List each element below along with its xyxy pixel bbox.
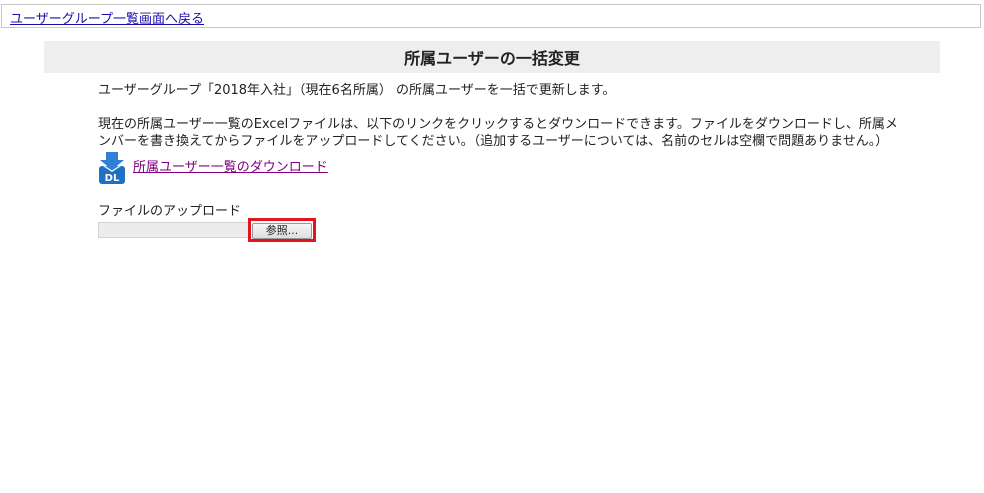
download-member-list-link[interactable]: 所属ユーザー一覧のダウンロード (133, 159, 328, 176)
browse-button[interactable]: 参照... (252, 222, 312, 239)
browse-button-wrapper: 参照... (248, 217, 316, 242)
intro-text: ユーザーグループ「2018年入社」（現在6名所属） の所属ユーザーを一括で更新し… (98, 83, 616, 98)
upload-label: ファイルのアップロード (98, 204, 242, 219)
main-content: ユーザーグループ「2018年入社」（現在6名所属） の所属ユーザーを一括で更新し… (98, 82, 898, 242)
download-row: DL 所属ユーザー一覧のダウンロード (98, 152, 898, 184)
download-icon-label: DL (105, 173, 120, 184)
back-to-user-group-list-link[interactable]: ユーザーグループ一覧画面へ戻る (10, 8, 204, 27)
file-path-field[interactable] (98, 222, 250, 238)
top-nav-bar: ユーザーグループ一覧画面へ戻る (1, 4, 981, 28)
upload-row: 参照... (98, 217, 898, 242)
title-band: 所属ユーザーの一括変更 (44, 41, 940, 73)
download-icon[interactable]: DL (98, 152, 126, 184)
page-title: 所属ユーザーの一括変更 (404, 49, 580, 68)
instructions-text: 現在の所属ユーザー一覧のExcelファイルは、以下のリンクをクリックするとダウン… (98, 117, 898, 149)
